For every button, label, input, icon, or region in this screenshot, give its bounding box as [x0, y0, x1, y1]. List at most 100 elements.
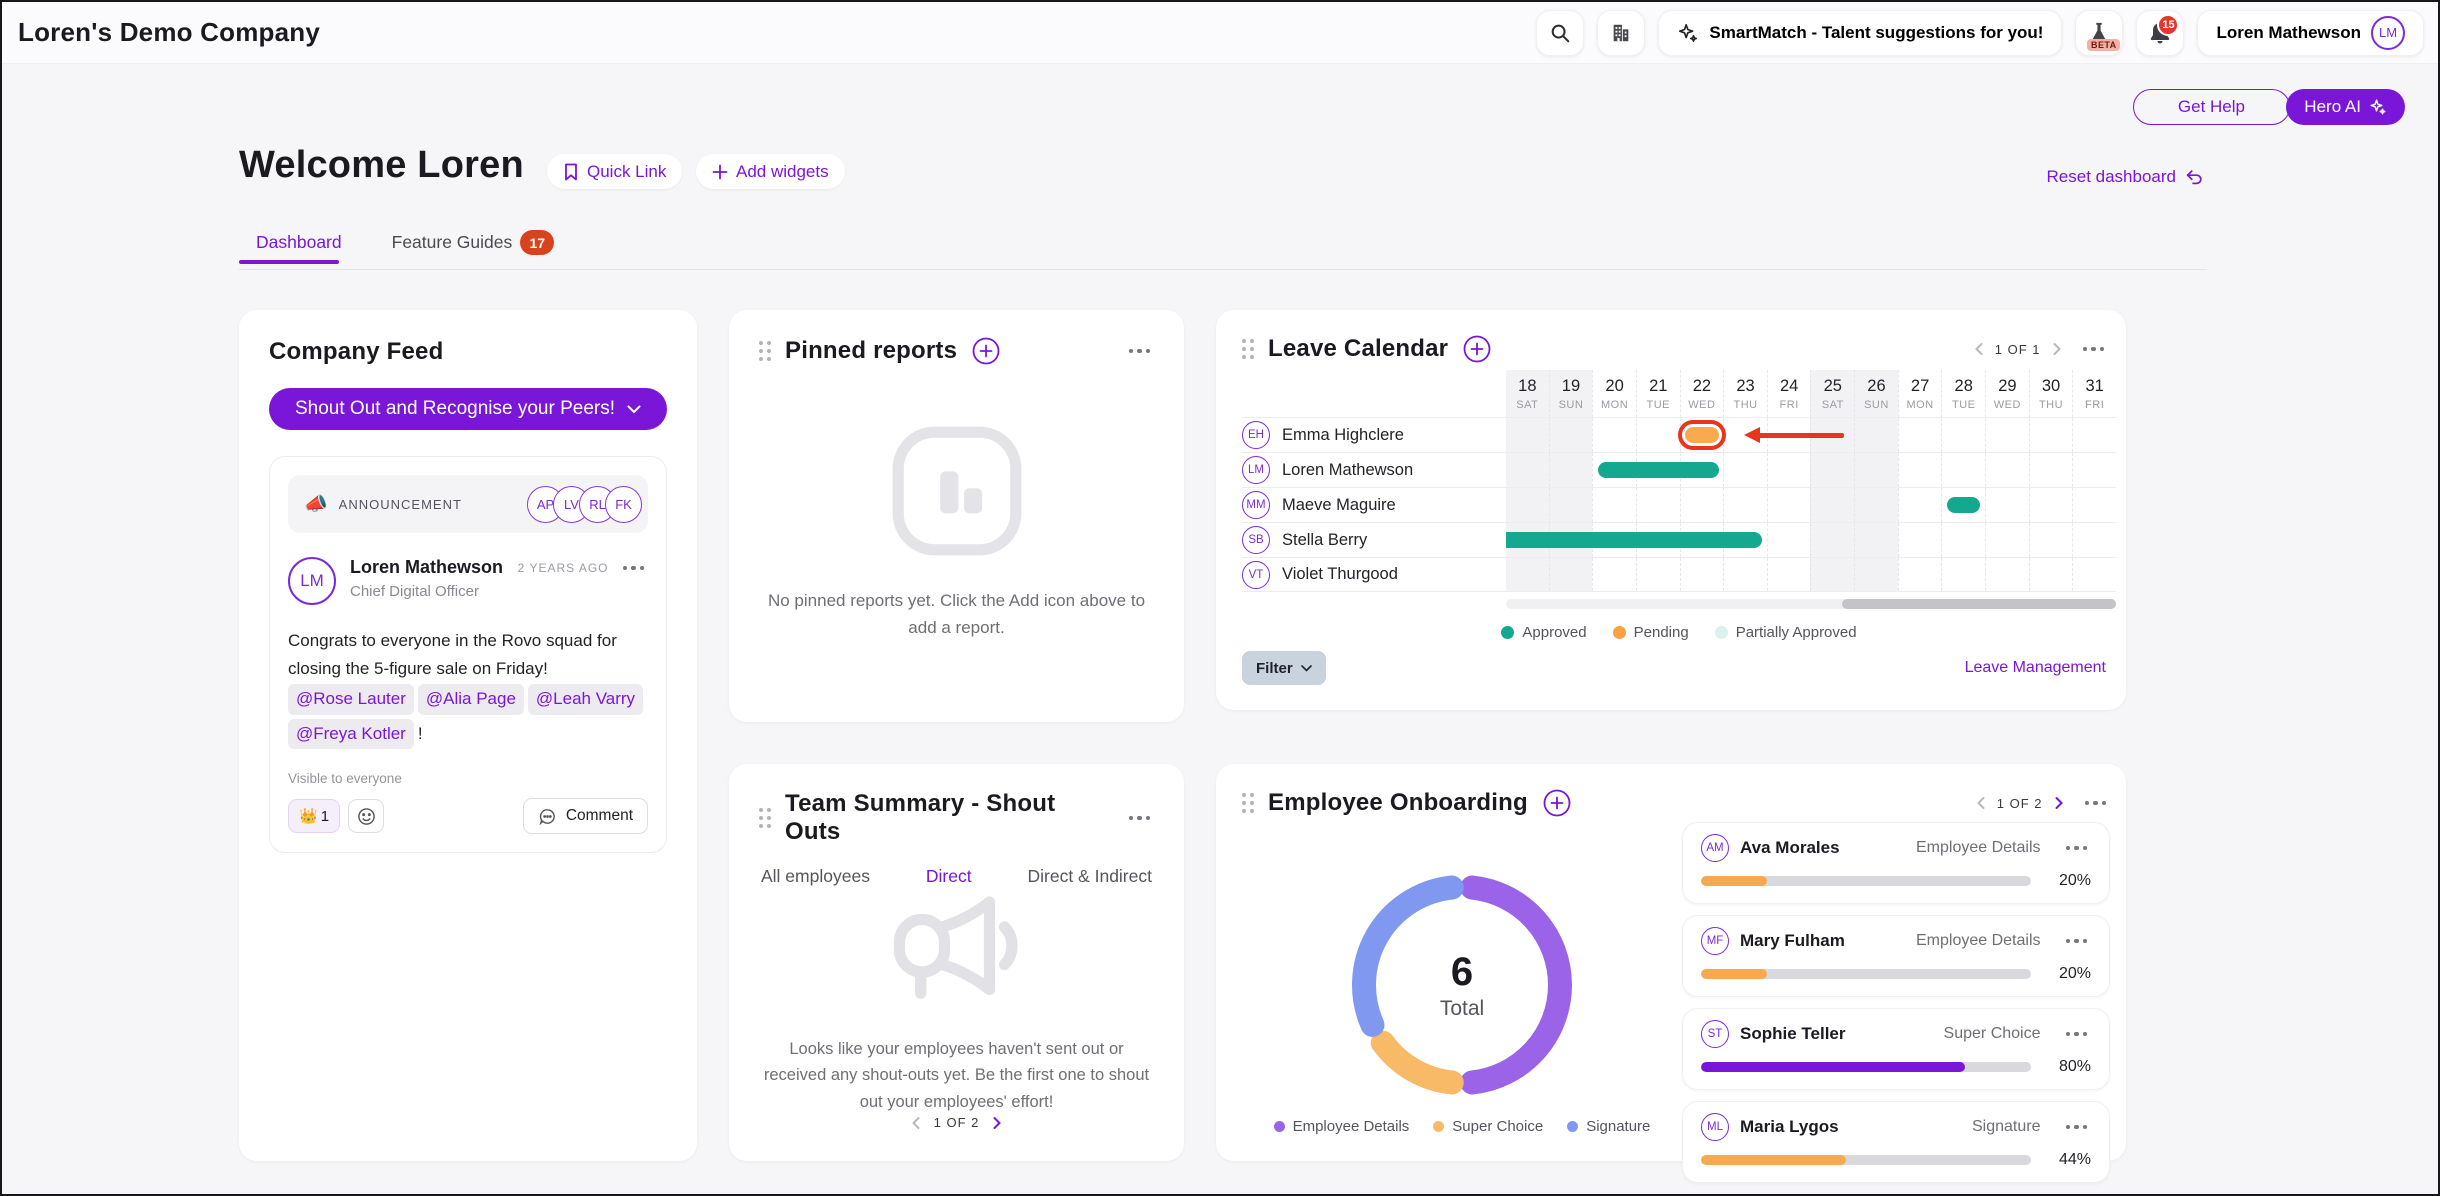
team-tab-all-employees[interactable]: All employees	[761, 866, 870, 887]
drag-handle-icon[interactable]	[759, 808, 771, 828]
beta-labs-button[interactable]: BETA	[2075, 10, 2123, 56]
person-row-top: MLMaria LygosSignature	[1701, 1113, 2091, 1141]
legend-item-employee-details: Employee Details	[1274, 1118, 1410, 1135]
day-column: 30THU	[2029, 370, 2073, 417]
annotation-ring	[1678, 420, 1726, 450]
filter-button[interactable]: Filter	[1242, 651, 1326, 685]
company-feed-title: Company Feed	[269, 338, 443, 366]
tab-dashboard[interactable]: Dashboard	[256, 232, 342, 253]
mention-chip[interactable]: @Freya Kotler	[288, 719, 414, 750]
calendar-cell	[1549, 558, 1593, 591]
pinned-reports-menu-button[interactable]	[1125, 345, 1155, 358]
day-date: 26	[1855, 377, 1898, 396]
leave-calendar-menu-button[interactable]	[2079, 343, 2109, 356]
mention-chip[interactable]: @Leah Varry	[528, 684, 643, 715]
calendar-scrollbar-thumb[interactable]	[1842, 599, 2117, 609]
person-percent: 44%	[2045, 1151, 2091, 1169]
prev-page-button[interactable]	[1973, 342, 1985, 356]
tagged-avatar[interactable]: FK	[605, 486, 642, 523]
hero-ai-button[interactable]: Hero AI	[2286, 89, 2405, 125]
prev-page-button[interactable]	[910, 1116, 922, 1130]
shout-out-button[interactable]: Shout Out and Recognise your Peers!	[269, 388, 667, 430]
add-widgets-button[interactable]: Add widgets	[696, 154, 845, 189]
get-help-button[interactable]: Get Help	[2133, 89, 2290, 125]
drag-handle-icon[interactable]	[759, 341, 771, 361]
prev-page-button[interactable]	[1975, 796, 1987, 810]
onboarding-menu-button[interactable]	[2081, 797, 2111, 810]
author-avatar: LM	[288, 557, 336, 605]
reaction-chip[interactable]: 👑 1	[288, 799, 340, 833]
day-of-week: MON	[1899, 399, 1942, 411]
leave-row-grid	[1506, 523, 2116, 557]
employee-avatar: EH	[1242, 421, 1270, 449]
next-page-button[interactable]	[2051, 342, 2063, 356]
organisation-button[interactable]	[1597, 10, 1645, 56]
onboarding-person-card: MFMary FulhamEmployee Details20%	[1682, 915, 2110, 997]
employee-name: Maeve Maguire	[1282, 496, 1396, 515]
person-avatar: ST	[1701, 1020, 1729, 1048]
team-summary-menu-button[interactable]	[1125, 812, 1155, 825]
person-menu-button[interactable]	[2062, 842, 2092, 855]
employee-name-cell: VTViolet Thurgood	[1242, 558, 1506, 591]
legend-item-signature: Signature	[1567, 1118, 1650, 1135]
employee-onboarding-title: Employee Onboarding	[1268, 789, 1528, 817]
add-onboarding-button[interactable]	[1542, 788, 1572, 818]
notifications-button[interactable]: 15	[2136, 10, 2184, 56]
calendar-cell	[1985, 558, 2029, 591]
person-menu-button[interactable]	[2062, 1121, 2092, 1134]
next-page-button[interactable]	[991, 1116, 1003, 1130]
day-column: 20MON	[1592, 370, 1636, 417]
leave-bar-approved[interactable]	[1506, 532, 1762, 548]
calendar-cell	[1854, 418, 1898, 452]
day-column: 24FRI	[1767, 370, 1811, 417]
reset-dashboard-link[interactable]: Reset dashboard	[2047, 167, 2204, 187]
quick-link-button[interactable]: Quick Link	[547, 154, 682, 189]
legend-item-partially-approved: Partially Approved	[1715, 624, 1857, 641]
search-button[interactable]	[1536, 10, 1584, 56]
mention-chip[interactable]: @Alia Page	[418, 684, 524, 715]
post-visibility: Visible to everyone	[288, 771, 648, 786]
mention-chip[interactable]: @Rose Lauter	[288, 684, 414, 715]
onboarding-person-card: MLMaria LygosSignature 44%	[1682, 1101, 2110, 1183]
person-menu-button[interactable]	[2062, 1028, 2092, 1041]
person-menu-button[interactable]	[2062, 935, 2092, 948]
day-date: 28	[1942, 377, 1985, 396]
leave-bar-approved[interactable]	[1947, 497, 1981, 513]
day-of-week: WED	[1681, 399, 1724, 411]
add-report-button[interactable]	[971, 336, 1001, 366]
legend-item-approved: Approved	[1501, 624, 1586, 641]
smartmatch-button[interactable]: SmartMatch - Talent suggestions for you!	[1658, 10, 2062, 56]
next-page-button[interactable]	[2053, 796, 2065, 810]
add-reaction-button[interactable]	[348, 799, 384, 833]
add-leave-button[interactable]	[1462, 334, 1492, 364]
team-summary-card: Team Summary - Shout Outs All employees D…	[729, 764, 1184, 1161]
employee-avatar: MM	[1242, 491, 1270, 519]
notification-count-badge: 15	[2157, 14, 2179, 36]
day-column: 18SAT	[1506, 370, 1549, 417]
person-row-bottom: 20%	[1701, 965, 2091, 983]
tab-feature-guides[interactable]: Feature Guides 17	[392, 230, 555, 255]
team-tab-direct-indirect[interactable]: Direct & Indirect	[1028, 866, 1152, 887]
employee-onboarding-card: Employee Onboarding 1 OF 2 6 Total Emplo…	[1216, 764, 2126, 1161]
feature-guides-count-badge: 17	[520, 230, 554, 255]
team-summary-title: Team Summary - Shout Outs	[785, 790, 1105, 846]
day-of-week: SAT	[1506, 399, 1549, 411]
drag-handle-icon[interactable]	[1242, 793, 1254, 813]
user-menu-button[interactable]: Loren Mathewson LM	[2197, 10, 2424, 56]
leave-management-link[interactable]: Leave Management	[1965, 659, 2106, 677]
leave-bar-approved[interactable]	[1598, 462, 1719, 478]
day-of-week: FRI	[2073, 399, 2116, 411]
reset-dashboard-label: Reset dashboard	[2047, 167, 2176, 187]
calendar-cell	[1636, 418, 1680, 452]
smartmatch-label: SmartMatch - Talent suggestions for you!	[1709, 23, 2043, 43]
onboarding-person-card: AMAva MoralesEmployee Details20%	[1682, 822, 2110, 904]
calendar-cell	[1592, 488, 1636, 522]
team-tab-direct[interactable]: Direct	[926, 866, 972, 887]
comment-button[interactable]: Comment	[523, 798, 648, 834]
drag-handle-icon[interactable]	[1242, 339, 1254, 359]
donut-total-label: Total	[1440, 997, 1484, 1021]
onboarding-pagination-label: 1 OF 2	[1997, 796, 2043, 811]
onboarding-person-card: STSophie TellerSuper Choice80%	[1682, 1008, 2110, 1090]
post-menu-button[interactable]	[619, 562, 649, 575]
day-of-week: THU	[2030, 399, 2073, 411]
